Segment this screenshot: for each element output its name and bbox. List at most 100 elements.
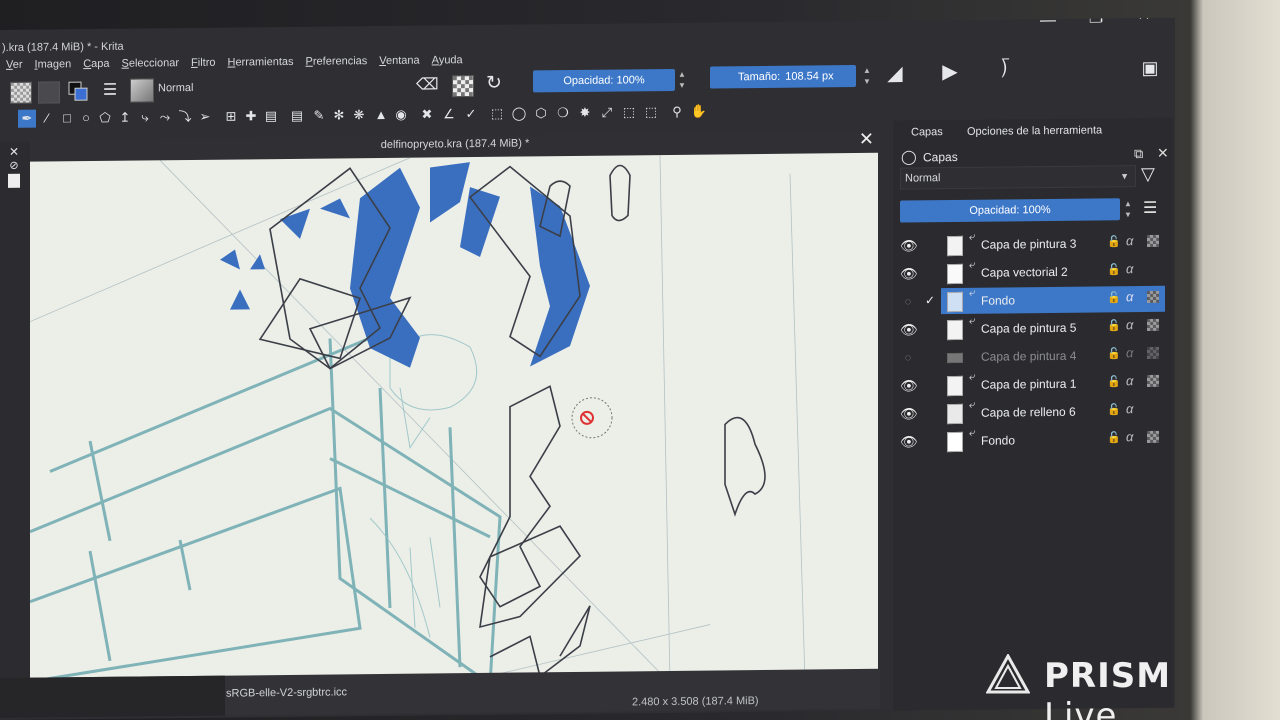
alpha-lock-icon[interactable]: α	[1126, 345, 1133, 360]
wrap-around-icon[interactable]: ⟌	[995, 59, 1015, 81]
visibility-hidden-icon[interactable]: ○	[900, 293, 916, 309]
visibility-eye-icon[interactable]: 👁	[900, 265, 918, 281]
layer-row[interactable]: 👁 ⤶ Capa de pintura 3 🔓 α	[893, 230, 1168, 259]
eraser-icon[interactable]: ⌫	[416, 75, 439, 95]
lock-icon[interactable]: 🔓	[1107, 375, 1121, 388]
enclose-fill-icon[interactable]: ◉	[392, 106, 410, 124]
brush-opacity-slider[interactable]: Opacidad: 100%	[533, 68, 675, 93]
menu-seleccionar[interactable]: Seleccionar	[116, 54, 185, 73]
freehand-brush-icon[interactable]: ✒	[18, 109, 36, 128]
alpha-lock-icon[interactable]: α	[1126, 373, 1133, 388]
menu-ventana[interactable]: Ventana	[373, 52, 425, 71]
add-layer-icon[interactable]: +	[897, 710, 908, 720]
lock-icon[interactable]: 🔓	[1107, 431, 1121, 444]
assistant-tool-icon[interactable]: ✖	[418, 105, 436, 123]
mirror-vertical-icon[interactable]: ▶	[940, 61, 960, 83]
inherit-alpha-icon[interactable]	[1147, 430, 1159, 443]
visibility-eye-icon[interactable]: 👁	[900, 433, 918, 449]
color-picker-icon[interactable]: ✎	[310, 107, 328, 125]
transform-tool-icon[interactable]: ▤	[262, 107, 280, 125]
visibility-eye-icon[interactable]: 👁	[900, 237, 918, 253]
smart-patch-icon[interactable]: ✻	[330, 106, 348, 124]
menu-capa[interactable]: Capa	[77, 55, 115, 73]
duplicate-layer-icon[interactable]: ❐	[941, 712, 954, 720]
filter-icon[interactable]: ▽	[1141, 164, 1155, 185]
visibility-eye-icon[interactable]: 👁	[900, 321, 918, 337]
layer-blend-select[interactable]: Normal ▼	[900, 165, 1136, 190]
brush-presets-icon[interactable]: ☰	[100, 81, 120, 101]
pattern-swatch[interactable]	[10, 81, 32, 104]
inherit-alpha-icon[interactable]	[1147, 290, 1159, 303]
rectangle-tool-icon[interactable]: □	[58, 109, 76, 127]
alpha-lock-icon[interactable]: α	[1126, 289, 1133, 304]
menu-preferencias[interactable]: Preferencias	[300, 52, 374, 71]
layer-row[interactable]: 👁 ⤶ Capa de pintura 5 🔓 α	[893, 314, 1168, 343]
mirror-horizontal-icon[interactable]: ◢	[885, 63, 905, 85]
active-check-icon[interactable]: ✓	[925, 293, 935, 307]
reference-tool-icon[interactable]: ✓	[462, 105, 480, 123]
menu-imagen[interactable]: Imagen	[29, 55, 78, 74]
gradient-swatch[interactable]	[38, 81, 60, 104]
brush-preset-thumbnail[interactable]	[130, 78, 154, 103]
inherit-alpha-icon[interactable]	[1147, 346, 1159, 359]
colorize-mask-icon[interactable]: ❋	[350, 106, 368, 124]
move-tool-icon[interactable]: ✚	[242, 107, 260, 125]
tab-tool-options[interactable]: Opciones de la herramienta	[967, 124, 1102, 137]
layer-row[interactable]: ○ ✓ ⤶ Fondo 🔓 α	[893, 286, 1168, 315]
inherit-alpha-icon[interactable]	[1147, 318, 1159, 331]
polygon-select-icon[interactable]: ⬡	[532, 104, 550, 122]
inherit-alpha-icon[interactable]	[1147, 234, 1159, 247]
layer-row[interactable]: 👁 ⤶ Capa de relleno 6 🔓 α	[893, 398, 1168, 427]
menu-herramientas[interactable]: Herramientas	[221, 53, 299, 72]
fg-bg-color-icon[interactable]	[68, 81, 88, 101]
zoom-tool-icon[interactable]: ⚲	[668, 103, 686, 121]
visibility-eye-icon[interactable]: 👁	[900, 377, 918, 393]
ellipse-tool-icon[interactable]: ○	[77, 109, 95, 127]
menu-filtro[interactable]: Filtro	[185, 54, 221, 72]
alpha-lock-icon[interactable]: α	[1126, 233, 1133, 248]
brush-blend-mode[interactable]: Normal	[152, 76, 408, 99]
alpha-lock-icon[interactable]: α	[1126, 317, 1133, 332]
bezier-select-icon[interactable]: ⬚	[620, 103, 638, 121]
lock-icon[interactable]: 🔓	[1107, 347, 1121, 360]
freehand-select-icon[interactable]: ❍	[554, 104, 572, 122]
opacity-spin-icon[interactable]: ▲ ▼	[675, 69, 689, 91]
line-tool-icon[interactable]: ∕	[38, 109, 56, 127]
lock-icon[interactable]: 🔓	[1107, 263, 1121, 276]
layer-opacity-slider[interactable]: Opacidad: 100%	[900, 198, 1120, 223]
polygon-tool-icon[interactable]: ⬠	[96, 109, 114, 127]
hamburger-menu-icon[interactable]: ☰	[1143, 198, 1157, 218]
visibility-hidden-icon[interactable]: ○	[900, 349, 916, 365]
document-close-icon[interactable]: ✕	[859, 129, 874, 150]
brush-size-slider[interactable]: Tamaño: 108.54 px	[710, 65, 856, 89]
layer-row[interactable]: ○ Capa de pintura 4 🔓 α	[893, 342, 1168, 371]
preserve-alpha-icon[interactable]	[452, 75, 474, 98]
polyline-tool-icon[interactable]: ↥	[116, 109, 134, 127]
similar-select-icon[interactable]: ⤢	[598, 104, 616, 122]
menu-ayuda[interactable]: Ayuda	[426, 51, 469, 69]
layer-opacity-spin-icon[interactable]: ▲ ▼	[1121, 198, 1135, 220]
visibility-eye-icon[interactable]: 👁	[900, 405, 918, 421]
alpha-lock-icon[interactable]: α	[1126, 429, 1133, 444]
dynamic-brush-icon[interactable]: ⤵	[176, 108, 194, 126]
lock-icon[interactable]: 🔓	[1107, 319, 1121, 332]
fill-tool-icon[interactable]: ▲	[372, 106, 390, 124]
magnetic-select-icon[interactable]: ⬚	[642, 103, 660, 121]
reload-preset-icon[interactable]: ↻	[484, 73, 504, 94]
size-spin-icon[interactable]: ▲ ▼	[860, 65, 874, 87]
measure-tool-icon[interactable]: ∠	[440, 105, 458, 123]
canvas[interactable]	[30, 152, 878, 690]
rect-select-icon[interactable]: ⬚	[488, 105, 506, 123]
alpha-lock-icon[interactable]: α	[1126, 401, 1133, 416]
lock-icon[interactable]: 🔓	[1107, 403, 1121, 416]
move-down-icon[interactable]: ⌄	[971, 710, 983, 720]
layer-row[interactable]: 👁 ⤶ Capa de pintura 1 🔓 α	[893, 370, 1168, 399]
maximize-icon[interactable]: ❐	[1080, 18, 1112, 31]
lock-icon[interactable]: 🔓	[1107, 291, 1121, 304]
close-icon[interactable]: ✕	[1128, 18, 1160, 28]
lock-icon[interactable]: 🔓	[1107, 235, 1121, 248]
docker-float-icon[interactable]: ⧉	[1134, 146, 1143, 162]
ellipse-select-icon[interactable]: ◯	[510, 104, 528, 122]
docker-close-icon[interactable]: ✕	[1157, 145, 1169, 162]
minimize-icon[interactable]: —	[1032, 18, 1064, 33]
